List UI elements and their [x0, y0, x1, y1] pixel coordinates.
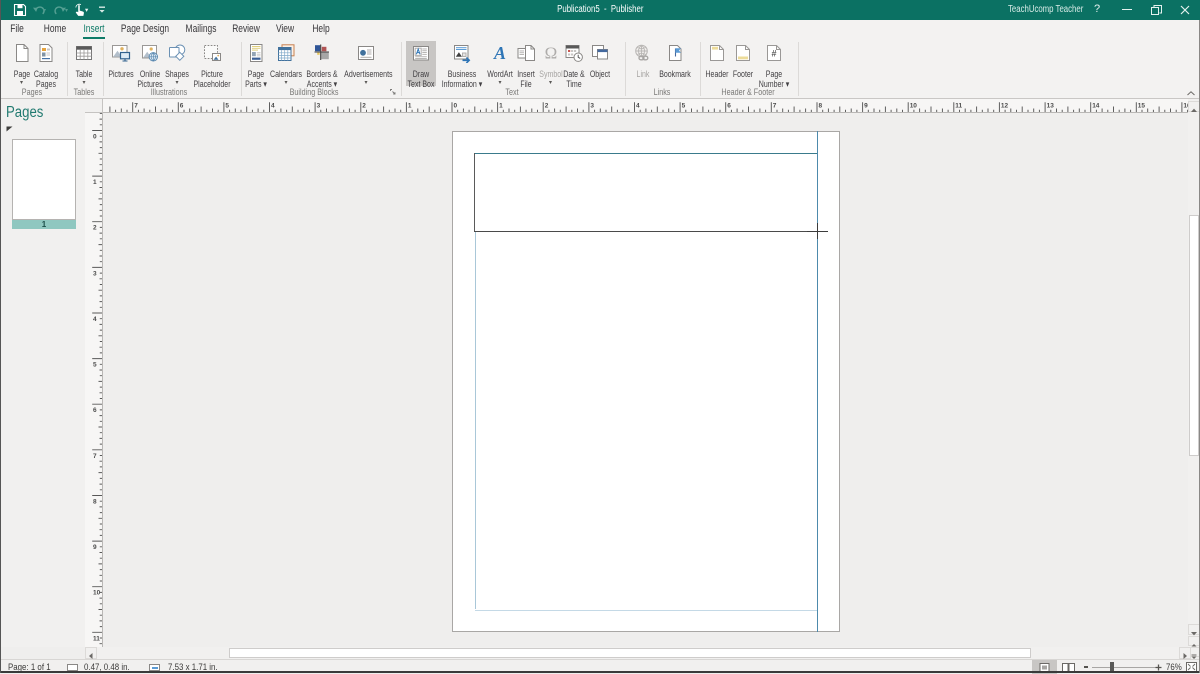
svg-text:3: 3: [93, 270, 97, 277]
svg-text:0: 0: [454, 103, 458, 110]
svg-text:14: 14: [1092, 103, 1100, 110]
svg-text:3: 3: [590, 103, 594, 110]
svg-text:7: 7: [93, 453, 97, 460]
svg-text:0: 0: [93, 134, 97, 141]
svg-text:11: 11: [955, 103, 962, 110]
svg-text:12: 12: [1001, 103, 1009, 110]
svg-text:6: 6: [180, 103, 184, 110]
svg-text:10: 10: [910, 103, 918, 110]
svg-text:8: 8: [819, 103, 823, 110]
svg-text:5: 5: [682, 103, 686, 110]
svg-text:11: 11: [93, 635, 100, 642]
svg-text:4: 4: [636, 103, 640, 110]
svg-text:5: 5: [93, 362, 97, 369]
svg-text:7: 7: [773, 103, 777, 110]
svg-text:8: 8: [93, 499, 97, 506]
svg-text:6: 6: [727, 103, 731, 110]
svg-text:1: 1: [499, 103, 503, 110]
svg-text:15: 15: [1138, 103, 1146, 110]
svg-text:1: 1: [408, 103, 412, 110]
svg-text:7: 7: [134, 103, 138, 110]
svg-text:1: 1: [93, 179, 97, 186]
svg-text:2: 2: [362, 103, 366, 110]
svg-text:4: 4: [93, 316, 97, 323]
svg-text:#: #: [771, 49, 776, 59]
svg-text:5: 5: [225, 103, 229, 110]
svg-text:3: 3: [317, 103, 321, 110]
svg-text:9: 9: [93, 544, 97, 551]
svg-text:2: 2: [93, 225, 97, 232]
svg-text:10: 10: [93, 590, 101, 597]
svg-text:6: 6: [93, 407, 97, 414]
svg-text:9: 9: [864, 103, 868, 110]
svg-text:4: 4: [271, 103, 275, 110]
svg-text:2: 2: [545, 103, 549, 110]
svg-text:13: 13: [1047, 103, 1055, 110]
